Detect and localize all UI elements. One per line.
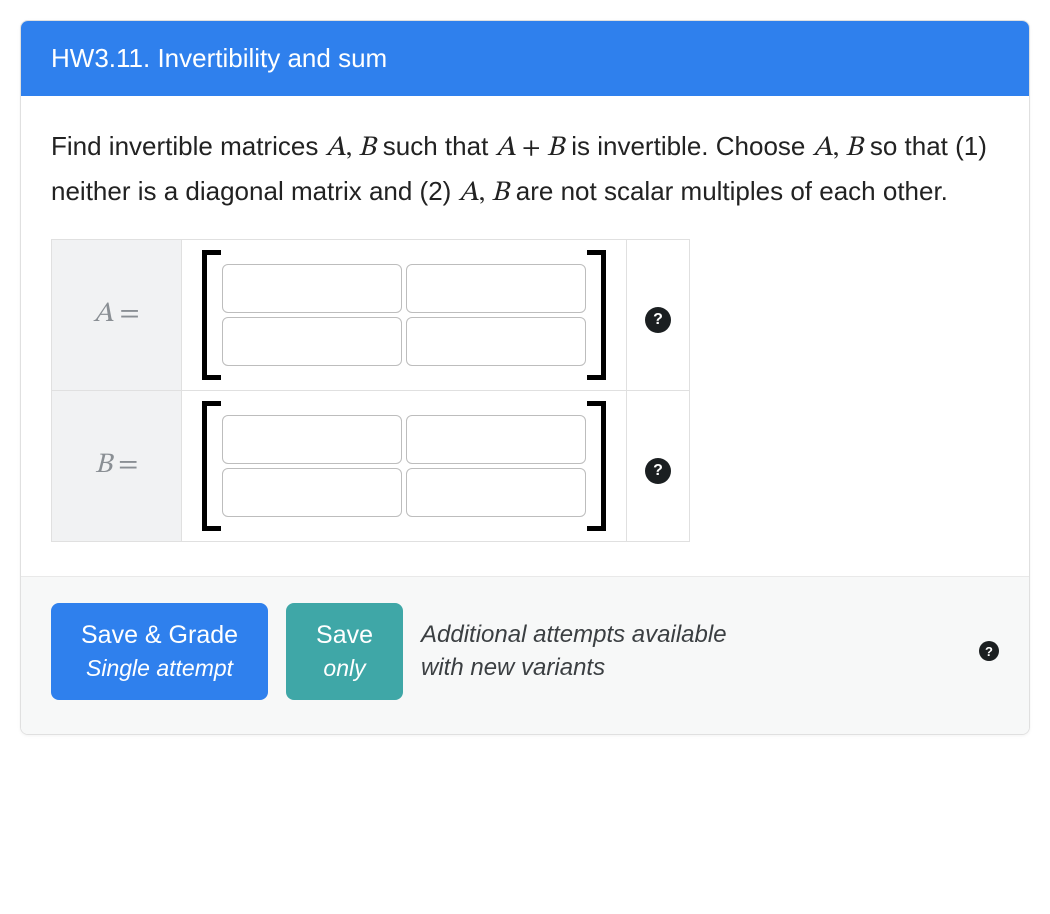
help-icon[interactable]: ? [645, 307, 671, 333]
help-icon[interactable]: ? [979, 641, 999, 661]
matrix-a-input-0-0[interactable] [222, 264, 402, 313]
matrix-brackets [200, 250, 608, 380]
matrix-a-input-1-0[interactable] [222, 317, 402, 366]
math-var-b: B [845, 134, 862, 162]
help-cell-b: ? [627, 391, 690, 542]
math-var-a: A [459, 179, 479, 207]
math-var-b: B [491, 179, 508, 207]
matrix-label-a: A= [52, 240, 182, 391]
text-fragment: , [479, 181, 491, 207]
matrix-grid-b [216, 401, 592, 531]
bracket-left-icon [200, 401, 216, 531]
math-var-b: B [547, 134, 564, 162]
button-label-sub: Single attempt [81, 653, 238, 684]
attempts-note: Additional attempts available with new v… [421, 618, 961, 685]
matrix-b-input-0-0[interactable] [222, 415, 402, 464]
note-line: with new variants [421, 654, 605, 681]
card-footer: Save & Grade Single attempt Save only Ad… [21, 576, 1029, 734]
card-body: Find invertible matrices A, B such that … [21, 96, 1029, 576]
question-title: HW3.11. Invertibility and sum [51, 43, 387, 73]
bracket-left-icon [200, 250, 216, 380]
save-and-grade-button[interactable]: Save & Grade Single attempt [51, 603, 268, 700]
bracket-right-icon [592, 250, 608, 380]
matrix-cell-a [182, 240, 627, 391]
matrix-label-b: B= [52, 391, 182, 542]
text-fragment: , [346, 136, 358, 162]
matrix-b-input-1-0[interactable] [222, 468, 402, 517]
card-header: HW3.11. Invertibility and sum [21, 21, 1029, 96]
matrix-a-input-0-1[interactable] [406, 264, 586, 313]
question-card: HW3.11. Invertibility and sum Find inver… [20, 20, 1030, 735]
text-fragment: are not scalar multiples of each other. [509, 176, 948, 206]
text-fragment: Choose [716, 131, 813, 161]
matrix-cell-b [182, 391, 627, 542]
matrix-grid-a [216, 250, 592, 380]
matrix-input-group: A= ? [51, 239, 690, 542]
button-label-main: Save & Grade [81, 621, 238, 649]
label-var: A [93, 300, 113, 328]
math-var-a: A [813, 134, 833, 162]
bracket-right-icon [592, 401, 608, 531]
matrix-b-input-0-1[interactable] [406, 415, 586, 464]
problem-statement: Find invertible matrices A, B such that … [51, 126, 999, 215]
save-only-button[interactable]: Save only [286, 603, 403, 700]
matrix-row-a: A= ? [52, 240, 690, 391]
label-eq: = [112, 451, 138, 479]
matrix-a-input-1-1[interactable] [406, 317, 586, 366]
matrix-brackets [200, 401, 608, 531]
text-fragment: , [833, 136, 845, 162]
math-var-b: B [358, 134, 375, 162]
math-var-a: A [326, 134, 346, 162]
text-fragment: such that [376, 131, 496, 161]
label-eq: = [113, 300, 139, 328]
button-label-main: Save [316, 621, 373, 649]
help-icon[interactable]: ? [645, 458, 671, 484]
text-fragment: Find invertible matrices [51, 131, 326, 161]
matrix-row-b: B= ? [52, 391, 690, 542]
matrix-b-input-1-1[interactable] [406, 468, 586, 517]
text-fragment: is invertible. [564, 131, 709, 161]
math-plus: + [516, 136, 547, 162]
note-line: Additional attempts available [421, 621, 727, 648]
math-var-a: A [496, 134, 516, 162]
help-cell-a: ? [627, 240, 690, 391]
button-label-sub: only [316, 653, 373, 684]
label-var: B [95, 451, 112, 479]
